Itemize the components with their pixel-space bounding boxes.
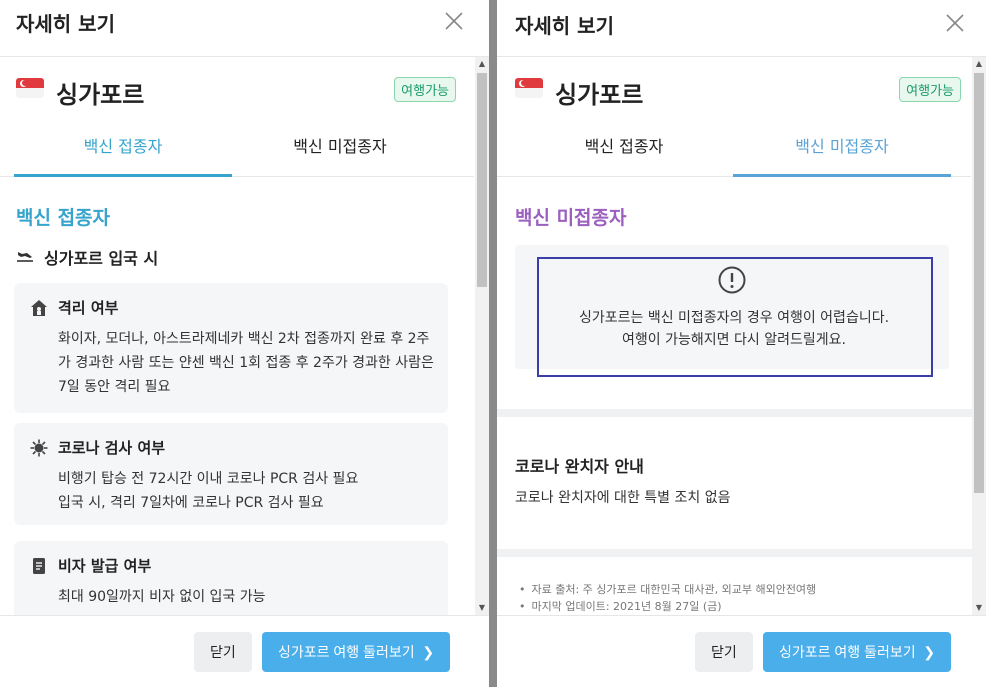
scroll-area: 싱가포르 여행가능 백신 접종자 백신 미접종자 백신 접종자 싱가포르 입국 … (0, 57, 489, 615)
country-row: 싱가포르 여행가능 (16, 75, 456, 109)
notice-line: 싱가포르는 백신 미접종자의 경우 여행이 어렵습니다. (578, 310, 890, 326)
tab-unvaccinated[interactable]: 백신 미접종자 (232, 119, 448, 177)
explore-singapore-button[interactable]: 싱가포르 여행 둘러보기 ❯ (763, 632, 952, 672)
panel-title: 자세히 보기 (515, 14, 614, 38)
section-divider (497, 409, 975, 417)
explore-button-label: 싱가포르 여행 둘러보기 (278, 644, 415, 660)
tab-unvaccinated[interactable]: 백신 미접종자 (733, 119, 951, 177)
close-icon[interactable] (944, 12, 966, 34)
close-icon[interactable] (443, 10, 465, 32)
panel-divider (489, 0, 497, 687)
entry-title: 싱가포르 입국 시 (44, 249, 159, 268)
visa-card: 비자 발급 여부 최대 90일까지 비자 없이 입국 가능 (14, 541, 448, 615)
explore-singapore-button[interactable]: 싱가포르 여행 둘러보기 ❯ (262, 632, 451, 672)
vaccine-tabs: 백신 접종자 백신 미접종자 (497, 119, 971, 177)
covid-test-card: 코로나 검사 여부 비행기 탑승 전 72시간 이내 코로나 PCR 검사 필요… (14, 423, 448, 525)
card-body-line: 입국 시, 격리 7일차에 코로나 PCR 검사 필요 (58, 495, 324, 511)
detail-panel-vaccinated: 자세히 보기 싱가포르 여행가능 백신 접종자 백신 미접종자 백신 접종자 싱… (0, 0, 489, 687)
covid-recovered-text: 코로나 완치자에 대한 특별 조치 없음 (515, 490, 731, 506)
country-row: 싱가포르 여행가능 (515, 75, 961, 109)
card-title: 격리 여부 (58, 299, 119, 317)
covid-recovered-title: 코로나 완치자 안내 (515, 457, 644, 476)
singapore-flag-icon (16, 78, 44, 98)
exclamation-circle-icon (718, 266, 746, 294)
travel-status-badge: 여행가능 (899, 77, 961, 102)
close-button[interactable]: 닫기 (695, 632, 753, 672)
tab-vaccinated[interactable]: 백신 접종자 (515, 119, 733, 177)
country-name: 싱가포르 (56, 81, 145, 109)
section-divider (497, 549, 975, 557)
section-title: 백신 접종자 (16, 207, 111, 229)
scrollbar[interactable]: ▲ ▼ (972, 57, 986, 615)
chevron-right-icon: ❯ (418, 644, 435, 660)
panel-footer: 닫기 싱가포르 여행 둘러보기 ❯ (497, 615, 986, 687)
chevron-right-icon: ❯ (919, 644, 936, 660)
card-body: 최대 90일까지 비자 없이 입국 가능 (58, 589, 266, 605)
virus-icon (30, 439, 48, 457)
notice-line: 여행이 가능해지면 다시 알려드릴게요. (622, 332, 846, 348)
explore-button-label: 싱가포르 여행 둘러보기 (779, 644, 916, 660)
scroll-thumb[interactable] (974, 73, 984, 493)
vaccine-tabs: 백신 접종자 백신 미접종자 (0, 119, 474, 177)
source-item: 자료 출처: 주 싱가포르 대한민국 대사관, 외교부 해외안전여행 (519, 581, 817, 598)
scroll-up-icon[interactable]: ▲ (972, 57, 986, 71)
scroll-up-icon[interactable]: ▲ (475, 57, 489, 71)
detail-panel-unvaccinated: 자세히 보기 싱가포르 여행가능 백신 접종자 백신 미접종자 백신 미접종자 (497, 0, 986, 687)
scroll-thumb[interactable] (477, 73, 487, 287)
card-title: 비자 발급 여부 (58, 557, 152, 575)
section-title: 백신 미접종자 (515, 207, 627, 229)
card-body-line: 비행기 탑승 전 72시간 이내 코로나 PCR 검사 필요 (58, 471, 359, 487)
panel-footer: 닫기 싱가포르 여행 둘러보기 ❯ (0, 615, 489, 687)
card-title: 코로나 검사 여부 (58, 439, 166, 457)
panel-header: 자세히 보기 (0, 0, 489, 57)
scroll-area: 싱가포르 여행가능 백신 접종자 백신 미접종자 백신 미접종자 싱가포르는 백… (497, 57, 986, 615)
scroll-down-icon[interactable]: ▼ (972, 601, 986, 615)
source-list: 자료 출처: 주 싱가포르 대한민국 대사관, 외교부 해외안전여행 마지막 업… (519, 581, 817, 615)
panel-header: 자세히 보기 (497, 0, 986, 57)
house-icon (31, 300, 47, 316)
travel-status-badge: 여행가능 (394, 77, 456, 102)
tab-vaccinated[interactable]: 백신 접종자 (14, 119, 232, 177)
card-body: 비행기 탑승 전 72시간 이내 코로나 PCR 검사 필요 입국 시, 격리 … (58, 467, 438, 515)
notice-text: 싱가포르는 백신 미접종자의 경우 여행이 어렵습니다. 여행이 가능해지면 다… (527, 307, 941, 351)
airplane-landing-icon (17, 252, 33, 262)
source-item: 마지막 업데이트: 2021년 8월 27일 (금) (519, 598, 816, 615)
panel-title: 자세히 보기 (16, 12, 115, 36)
close-button[interactable]: 닫기 (194, 632, 252, 672)
scroll-down-icon[interactable]: ▼ (475, 601, 489, 615)
scrollbar[interactable]: ▲ ▼ (475, 57, 489, 615)
country-name: 싱가포르 (555, 81, 644, 109)
card-body: 화이자, 모더나, 아스트라제네카 백신 2차 접종까지 완료 후 2주가 경과… (58, 331, 434, 395)
quarantine-card: 격리 여부 화이자, 모더나, 아스트라제네카 백신 2차 접종까지 완료 후 … (14, 283, 448, 413)
singapore-flag-icon (515, 78, 543, 98)
document-icon (33, 558, 45, 574)
